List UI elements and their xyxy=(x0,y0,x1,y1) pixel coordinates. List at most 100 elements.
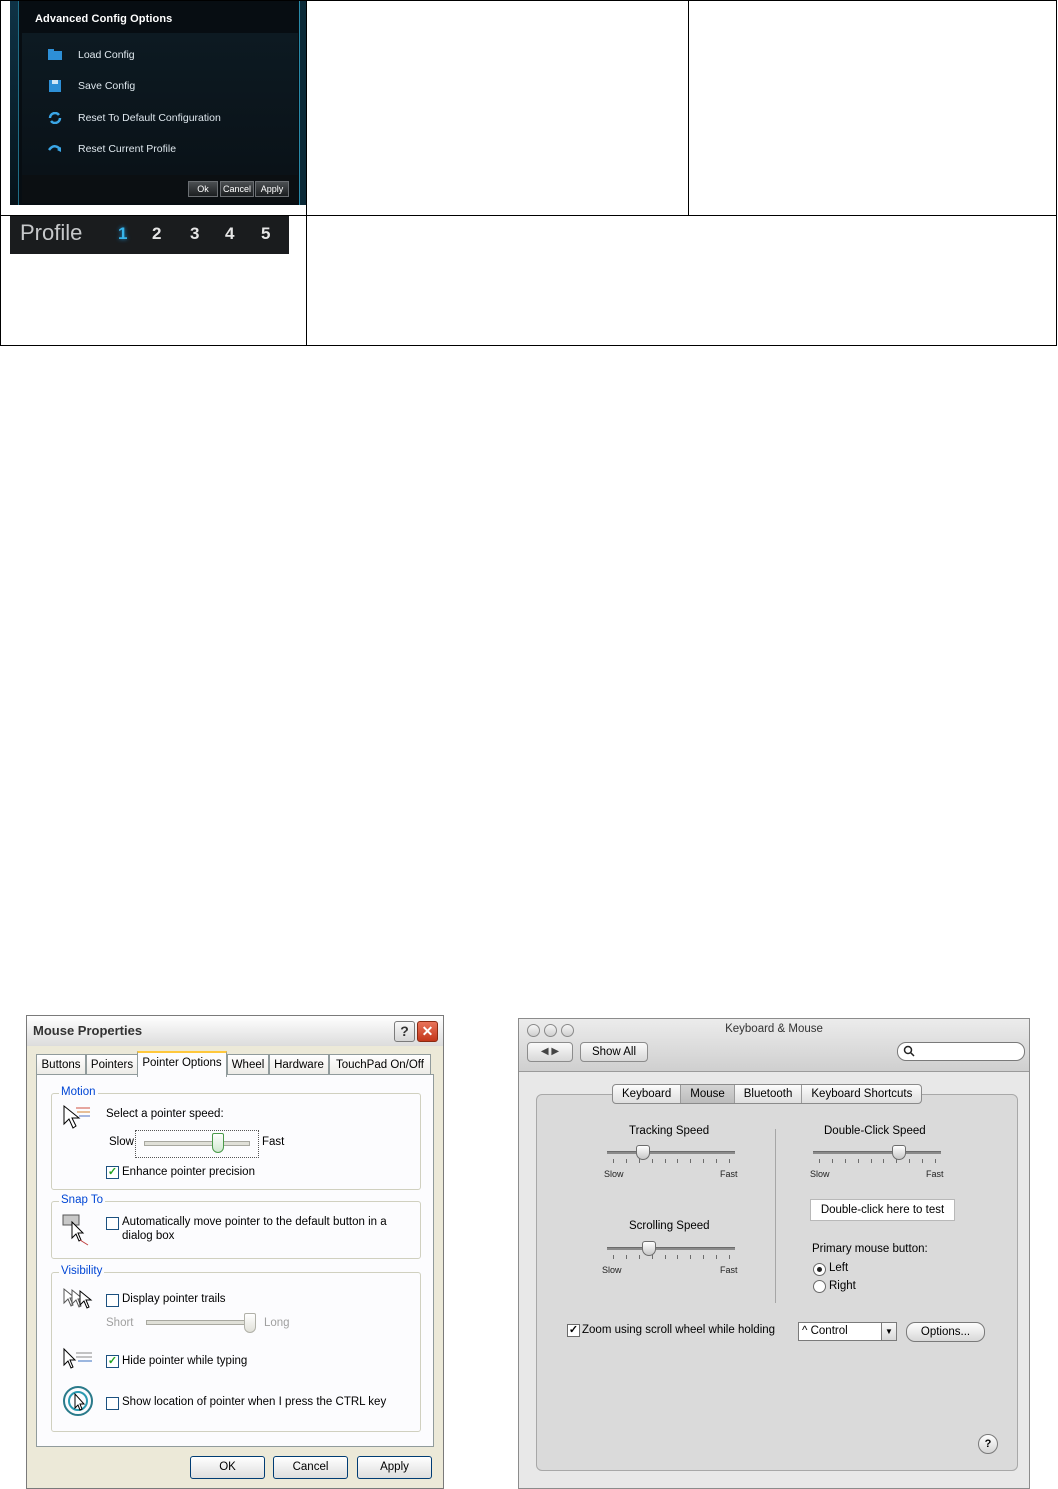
modifier-key-popup[interactable]: ^ Control ▼ xyxy=(798,1322,897,1341)
toolbar: Keyboard & Mouse ◀ ▶ Show All xyxy=(519,1019,1029,1072)
tracking-speed-slider[interactable] xyxy=(607,1145,735,1171)
frame-right-decoration xyxy=(299,1,306,205)
reset-default-item[interactable]: Reset To Default Configuration xyxy=(48,110,221,126)
speed-slider[interactable] xyxy=(135,1130,259,1158)
tracking-slow-label: Slow xyxy=(604,1169,624,1179)
slider-tick xyxy=(819,1159,820,1163)
pointer-trails-label: Display pointer trails xyxy=(122,1293,226,1305)
close-button[interactable]: ✕ xyxy=(417,1021,438,1042)
slider-thumb[interactable] xyxy=(244,1313,256,1333)
slider-tick xyxy=(613,1159,614,1163)
double-click-speed-slider[interactable] xyxy=(813,1145,941,1171)
slider-tick xyxy=(651,1159,653,1163)
slider-track xyxy=(813,1151,941,1154)
primary-button-label: Primary mouse button: xyxy=(812,1243,928,1255)
tab-pointers[interactable]: Pointers xyxy=(86,1054,138,1075)
help-button[interactable]: ? xyxy=(394,1021,415,1042)
trail-length-slider[interactable] xyxy=(142,1313,260,1335)
apply-button[interactable]: Apply xyxy=(255,181,289,197)
speed-label: Select a pointer speed: xyxy=(106,1108,224,1120)
apply-button[interactable]: Apply xyxy=(357,1456,432,1479)
tab-hardware[interactable]: Hardware xyxy=(269,1054,329,1075)
slider-track xyxy=(607,1151,735,1154)
tab-keyboard-shortcuts[interactable]: Keyboard Shortcuts xyxy=(802,1085,921,1103)
slider-thumb[interactable] xyxy=(641,1241,656,1256)
motion-group: Motion Select a pointer speed: Slow Fast… xyxy=(51,1086,421,1190)
profile-5-button[interactable]: 5 xyxy=(261,224,270,244)
scrolling-speed-slider[interactable] xyxy=(607,1241,735,1267)
undo-arrow-icon xyxy=(48,145,61,152)
slider-tick xyxy=(844,1159,846,1163)
load-config-label: Load Config xyxy=(78,49,135,61)
show-location-checkbox[interactable] xyxy=(106,1397,119,1410)
show-location-label: Show location of pointer when I press th… xyxy=(122,1396,387,1408)
tab-touchpad[interactable]: TouchPad On/Off xyxy=(329,1054,431,1075)
auto-snap-label-line1: Automatically move pointer to the defaul… xyxy=(122,1216,387,1228)
profile-3-button[interactable]: 3 xyxy=(190,224,199,244)
hide-pointer-checkbox[interactable]: ✓ xyxy=(106,1355,119,1368)
slider-thumb[interactable] xyxy=(891,1145,906,1160)
tab-buttons[interactable]: Buttons xyxy=(36,1054,86,1075)
slider-tick xyxy=(638,1159,640,1163)
slider-thumb[interactable] xyxy=(636,1145,650,1160)
load-config-item[interactable]: Load Config xyxy=(48,47,135,63)
slider-tick xyxy=(870,1159,872,1163)
right-button-radio[interactable] xyxy=(813,1280,826,1293)
right-option-label: Right xyxy=(829,1280,856,1292)
slider-tick xyxy=(638,1255,640,1259)
slow-label: Slow xyxy=(109,1136,134,1148)
slider-tick xyxy=(922,1159,924,1163)
back-forward-button[interactable]: ◀ ▶ xyxy=(527,1042,573,1062)
reset-profile-item[interactable]: Reset Current Profile xyxy=(48,141,176,157)
scrolling-slow-label: Slow xyxy=(602,1265,622,1275)
tab-content: Motion Select a pointer speed: Slow Fast… xyxy=(36,1074,434,1447)
auto-snap-checkbox[interactable] xyxy=(106,1217,119,1230)
tracking-fast-label: Fast xyxy=(720,1169,738,1179)
pointer-speed-icon xyxy=(63,1104,90,1129)
tab-keyboard[interactable]: Keyboard xyxy=(613,1085,682,1103)
slider-tick xyxy=(677,1255,679,1259)
snap-to-group: Snap To Automatically move pointer to th… xyxy=(51,1194,421,1259)
search-field[interactable] xyxy=(897,1042,1025,1061)
left-button-radio[interactable] xyxy=(813,1263,826,1276)
slider-tick xyxy=(883,1159,885,1163)
slider-track xyxy=(144,1141,250,1146)
help-button[interactable]: ? xyxy=(978,1434,998,1454)
profile-1-button[interactable]: 1 xyxy=(118,224,127,244)
double-click-test-area[interactable]: Double-click here to test xyxy=(810,1199,955,1221)
show-all-button[interactable]: Show All xyxy=(580,1042,648,1062)
slider-tick xyxy=(690,1255,692,1259)
slider-tick xyxy=(729,1255,730,1259)
profile-label: Profile xyxy=(20,220,83,245)
tab-pointer-options[interactable]: Pointer Options xyxy=(137,1051,227,1077)
cancel-button[interactable]: Cancel xyxy=(273,1456,348,1479)
hide-pointer-label: Hide pointer while typing xyxy=(122,1355,248,1367)
save-config-label: Save Config xyxy=(78,80,136,92)
scrolling-fast-label: Fast xyxy=(720,1265,738,1275)
cancel-button[interactable]: Cancel xyxy=(220,181,254,197)
save-config-item[interactable]: Save Config xyxy=(49,78,136,94)
slider-tick xyxy=(651,1255,653,1259)
ok-button[interactable]: OK xyxy=(190,1456,265,1479)
pointer-trails-checkbox[interactable] xyxy=(106,1294,119,1307)
slider-tick xyxy=(625,1159,627,1163)
tab-wheel[interactable]: Wheel xyxy=(227,1054,269,1075)
zoom-checkbox[interactable]: ✓ xyxy=(567,1324,580,1337)
double-click-fast-label: Fast xyxy=(926,1169,944,1179)
options-button[interactable]: Options... xyxy=(906,1322,985,1342)
profile-4-button[interactable]: 4 xyxy=(225,224,234,244)
slider-tick xyxy=(690,1159,692,1163)
chevron-down-icon: ▼ xyxy=(881,1323,896,1340)
panel-title: Advanced Config Options xyxy=(35,13,173,25)
ok-button[interactable]: Ok xyxy=(188,181,218,197)
table-cell xyxy=(306,0,689,216)
tab-bluetooth[interactable]: Bluetooth xyxy=(735,1085,803,1103)
slider-tick xyxy=(664,1159,666,1163)
enhance-precision-checkbox[interactable]: ✓ xyxy=(106,1166,119,1179)
tab-mouse[interactable]: Mouse xyxy=(681,1085,735,1103)
frame-left-decoration xyxy=(10,1,19,205)
folder-icon xyxy=(48,49,62,60)
profile-2-button[interactable]: 2 xyxy=(152,224,161,244)
show-location-icon xyxy=(63,1386,93,1416)
slider-thumb[interactable] xyxy=(211,1133,224,1153)
